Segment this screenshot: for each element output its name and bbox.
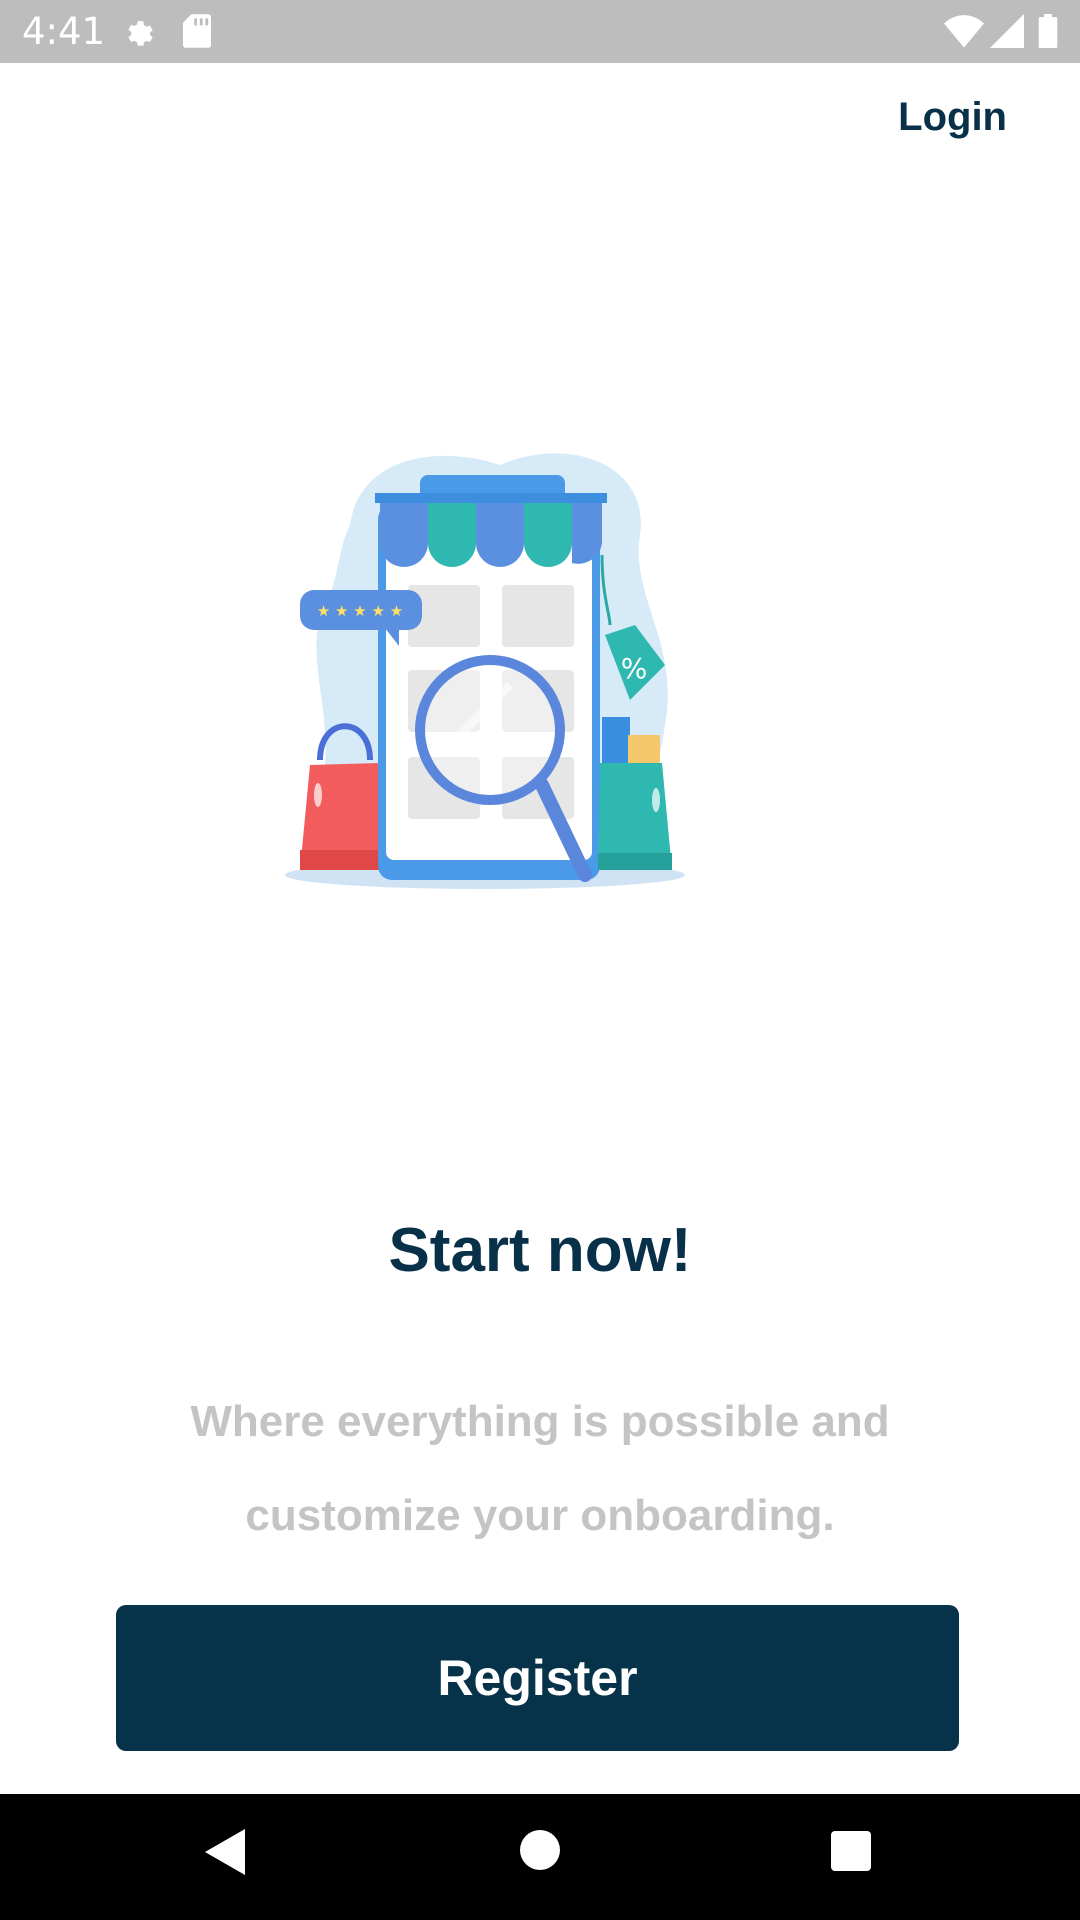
- wifi-icon: [944, 15, 984, 48]
- status-time: 4:41: [22, 10, 106, 53]
- login-link[interactable]: Login: [898, 95, 1007, 140]
- sd-card-icon: [183, 14, 211, 48]
- back-icon[interactable]: [205, 1829, 245, 1875]
- register-button[interactable]: Register: [116, 1605, 959, 1751]
- shopping-illustration: ★ ★ ★ ★ ★ %: [285, 453, 685, 889]
- page-title: Start now!: [388, 1216, 692, 1285]
- page-subtitle: Where everything is possible and customi…: [190, 1397, 890, 1540]
- battery-icon: [1038, 14, 1058, 48]
- status-bar: 4:41: [0, 0, 1080, 63]
- cell-signal-icon: [990, 14, 1024, 48]
- navigation-bar: [0, 1794, 1080, 1920]
- recents-icon[interactable]: [831, 1831, 871, 1871]
- home-icon[interactable]: [520, 1830, 560, 1870]
- gear-icon: [128, 21, 153, 46]
- svg-text:%: %: [621, 652, 648, 685]
- svg-text:★ ★ ★ ★ ★: ★ ★ ★ ★ ★: [317, 602, 403, 620]
